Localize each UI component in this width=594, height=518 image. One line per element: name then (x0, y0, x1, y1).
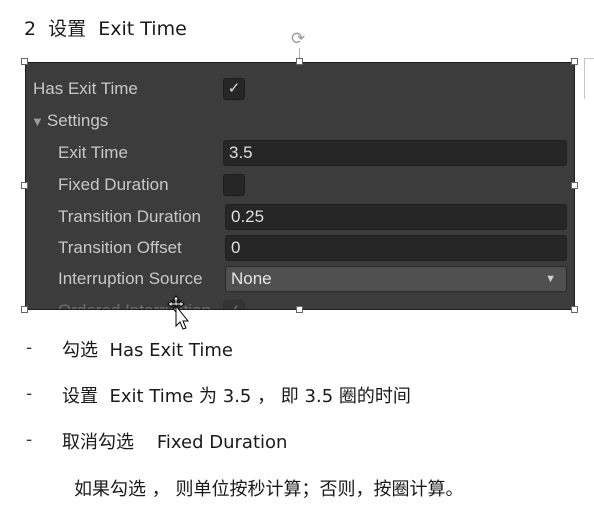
interruption-source-dropdown[interactable]: None ▼ (225, 266, 567, 292)
resize-handle-top-right[interactable] (571, 58, 578, 65)
resize-handle-bottom-right[interactable] (571, 306, 578, 313)
settings-foldout[interactable]: ▼ Settings (26, 107, 574, 135)
has-exit-time-label: Has Exit Time (33, 79, 138, 98)
dropdown-arrow-icon: ▼ (545, 273, 556, 285)
bullet-3: - (26, 430, 33, 450)
rotate-handle-icon[interactable]: ⟳ (291, 30, 309, 48)
transition-duration-field[interactable]: 0.25 (225, 204, 567, 230)
transition-offset-field[interactable]: 0 (225, 235, 567, 261)
interruption-source-label: Interruption Source (58, 269, 203, 288)
note-detail: 如果勾选 ， 则单位按秒计算；否则，按圈计算。 (74, 479, 464, 500)
fixed-duration-checkbox[interactable] (223, 174, 245, 196)
ordered-interruption-label: Ordered Interruption (58, 301, 218, 309)
ordered-interruption-checkbox[interactable]: ✓ (223, 300, 245, 309)
has-exit-time-row: Has Exit Time ✓ (26, 75, 574, 103)
resize-handle-bottom-left[interactable] (21, 306, 28, 313)
resize-handle-bottom-center[interactable] (296, 306, 303, 313)
interruption-source-row: Interruption Source None ▼ (26, 265, 574, 293)
partial-frame-edge (584, 58, 594, 99)
section-heading: 2 设置 Exit Time (24, 18, 187, 40)
transition-duration-row: Transition Duration 0.25 (26, 203, 574, 231)
bullet-2: - (26, 384, 33, 404)
resize-handle-middle-left[interactable] (21, 182, 28, 189)
foldout-triangle-icon[interactable]: ▼ (31, 114, 44, 129)
bullet-1: - (26, 338, 33, 358)
fixed-duration-label: Fixed Duration (58, 175, 169, 194)
exit-time-row: Exit Time 3.5 (26, 139, 574, 167)
has-exit-time-checkbox[interactable]: ✓ (223, 78, 245, 100)
interruption-source-value: None (231, 269, 272, 288)
note-item-1: 勾选 Has Exit Time (62, 340, 233, 361)
move-cursor-icon (167, 295, 190, 330)
transition-offset-label: Transition Offset (58, 238, 182, 257)
exit-time-label: Exit Time (58, 143, 128, 162)
resize-handle-top-left[interactable] (21, 58, 28, 65)
transition-offset-row: Transition Offset 0 (26, 234, 574, 262)
resize-handle-middle-right[interactable] (571, 182, 578, 189)
settings-label: Settings (46, 111, 109, 130)
transition-inspector-panel: Has Exit Time ✓ ▼ Settings Exit Time 3.5 … (25, 62, 575, 310)
note-item-2: 设置 Exit Time 为 3.5 ， 即 3.5 圈的时间 (62, 386, 411, 407)
transition-duration-label: Transition Duration (58, 207, 201, 226)
resize-handle-top-center[interactable] (296, 58, 303, 65)
note-item-3: 取消勾选 Fixed Duration (62, 432, 288, 453)
fixed-duration-row: Fixed Duration (26, 171, 574, 199)
exit-time-field[interactable]: 3.5 (223, 140, 567, 166)
